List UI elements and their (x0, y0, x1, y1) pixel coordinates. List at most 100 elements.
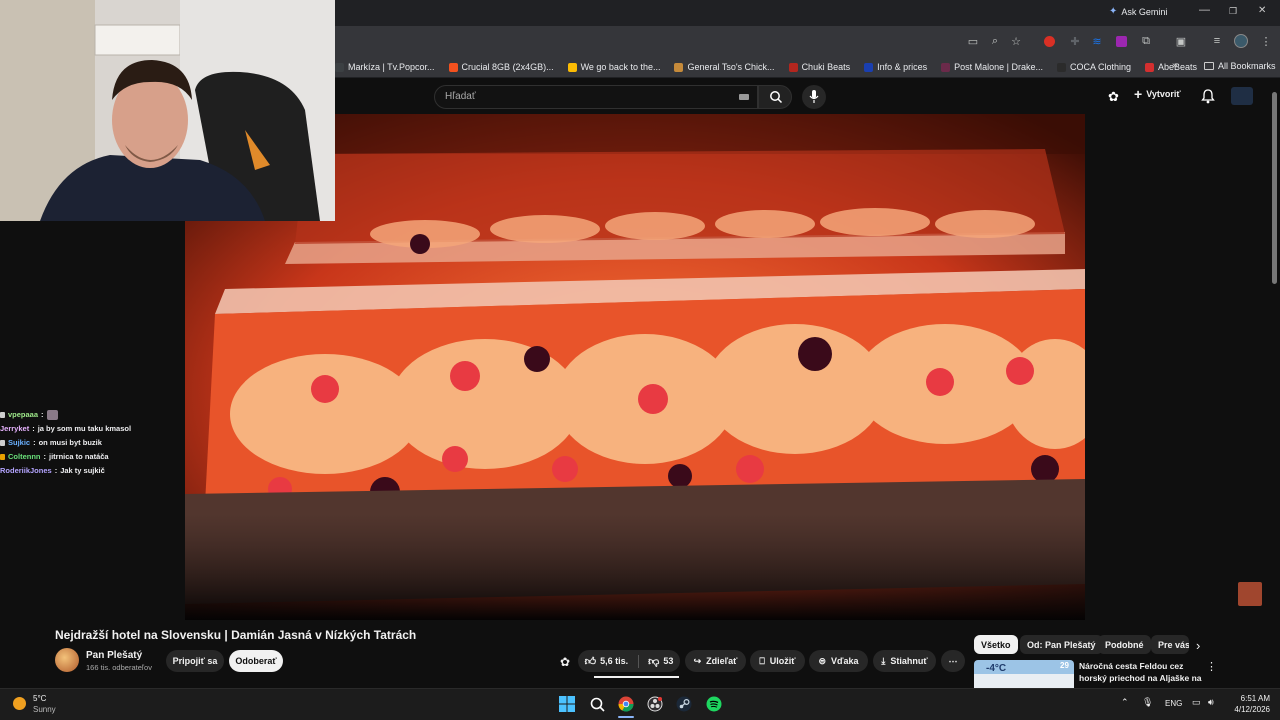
language-indicator[interactable]: ENG (1165, 699, 1182, 708)
chat-separator: : (54, 466, 58, 475)
recommended-more-icon[interactable]: ⋮ (1206, 660, 1217, 673)
extension-purple-icon[interactable] (1116, 36, 1127, 47)
chat-username[interactable]: RoderiikJones (0, 464, 52, 478)
tray-mic-icon[interactable]: 🎙︎ (1142, 697, 1153, 708)
bookmark-label: Post Malone | Drake... (954, 62, 1043, 72)
chrome-taskbar-button[interactable] (616, 694, 636, 714)
tray-overflow-icon[interactable]: ⌃ (1121, 697, 1129, 708)
filter-chip[interactable]: Všetko (974, 635, 1018, 654)
chat-badge-icon (0, 440, 5, 446)
chevron-right-icon[interactable]: › (1196, 638, 1200, 653)
restore-icon[interactable]: ❐ (1229, 6, 1237, 17)
chat-message: vpepaaa: (0, 408, 185, 422)
bookmark-favicon-icon (674, 62, 684, 72)
chat-username[interactable]: Coltennn (8, 450, 41, 464)
share-icon: ↪ (693, 655, 702, 666)
page-scrollbar[interactable] (1272, 92, 1277, 284)
sparkle-icon[interactable]: ✿ (560, 655, 570, 669)
folder-icon (1204, 62, 1214, 70)
share-button[interactable]: ↪ Zdieľať (685, 650, 746, 672)
chat-separator: : (33, 438, 36, 447)
extension-red-icon[interactable] (1044, 36, 1055, 47)
bookmark-favicon-icon (1145, 62, 1155, 72)
steam-taskbar-button[interactable] (674, 694, 694, 714)
bookmark-item[interactable]: Crucial 8GB (2x4GB)... (448, 62, 554, 72)
filter-chip[interactable]: Pre vás (1151, 635, 1189, 654)
chat-username[interactable]: Jerryket (0, 422, 29, 436)
close-icon[interactable]: ✕ (1258, 5, 1266, 16)
all-bookmarks-button[interactable]: All Bookmarks (1204, 61, 1276, 71)
ask-gemini-button[interactable]: ✦ Ask Gemini (1109, 6, 1167, 17)
chat-text: on musi byt buzik (38, 438, 102, 447)
search-input[interactable]: Hľadať (434, 85, 758, 109)
more-bookmarks-icon[interactable]: » (1172, 60, 1178, 71)
spotify-taskbar-button[interactable] (704, 694, 724, 714)
bookmark-item[interactable]: COCA Clothing (1057, 62, 1131, 72)
account-avatar[interactable] (1231, 87, 1253, 105)
weather-desc[interactable]: Sunny (33, 705, 56, 714)
start-button[interactable] (557, 694, 577, 714)
clock[interactable]: 6:51 AM 4/12/2026 (1222, 693, 1270, 715)
chat-emote-icon (46, 410, 58, 420)
extension-gray-icon[interactable]: ✚ (1068, 34, 1082, 48)
sun-weather-icon[interactable] (13, 697, 26, 710)
zoom-icon[interactable]: ⌕ (988, 34, 1002, 48)
cast-settings-icon[interactable]: ✿ (1108, 89, 1119, 105)
minimize-icon[interactable]: — (1199, 4, 1210, 16)
share-label: Zdieľať (706, 656, 738, 666)
filter-chip[interactable]: Podobné (1098, 635, 1151, 654)
chat-message: Jerryket: ja by som mu taku kmasol (0, 422, 185, 436)
thumbs-up-icon: 👍︎ (584, 655, 597, 668)
channel-avatar[interactable] (55, 648, 79, 672)
thanks-button[interactable]: ⊜ Vďaka (809, 650, 868, 672)
chat-username[interactable]: vpepaaa (8, 408, 38, 422)
filter-chip[interactable]: Od: Pan Plešatý (1020, 635, 1103, 654)
cast-icon[interactable]: ▭ (966, 34, 980, 48)
download-button[interactable]: ⤓ Stiahnuť (873, 650, 936, 672)
taskbar-search-button[interactable] (587, 694, 607, 714)
more-actions-button[interactable]: ⋯ (941, 650, 965, 672)
obs-icon (647, 696, 663, 712)
windows-logo-icon (559, 696, 575, 712)
menu-lines-icon[interactable]: ≡ (1210, 34, 1224, 48)
bookmark-item[interactable]: Info & prices (864, 62, 927, 72)
bookmark-item[interactable]: Post Malone | Drake... (941, 62, 1043, 72)
bookmark-item[interactable]: We go back to the... (567, 62, 660, 72)
streamer-avatar-overlay (1238, 582, 1262, 606)
bookmark-item[interactable]: General Tso's Chick... (674, 62, 775, 72)
save-button[interactable]: ⎕ Uložiť (750, 650, 805, 672)
voice-search-button[interactable] (802, 85, 826, 109)
chat-message: Coltennn: jitrnica to natáča (0, 450, 185, 464)
webcam-overlay (0, 0, 335, 221)
weather-temp[interactable]: 5°C (33, 694, 46, 703)
tab-search-icon[interactable]: ▣ (1174, 34, 1188, 48)
more-vert-icon[interactable]: ⋮ (1259, 34, 1273, 48)
create-button[interactable]: + Vytvoriť (1134, 87, 1181, 101)
volume-icon[interactable]: 🔊︎ (1208, 697, 1214, 708)
chat-username[interactable]: Sujkic (8, 436, 30, 450)
extension-blue-icon[interactable]: ≋ (1090, 34, 1104, 48)
bookmark-star-icon[interactable]: ☆ (1009, 34, 1023, 48)
bookmark-item[interactable]: Chuki Beats (788, 62, 850, 72)
like-button[interactable]: 👍︎ 5,6 tis. (584, 654, 640, 668)
bookmark-favicon-icon (448, 62, 458, 72)
keyboard-icon[interactable] (739, 94, 749, 100)
obs-taskbar-button[interactable] (645, 694, 665, 714)
chrome-active-indicator (618, 716, 634, 718)
network-icon[interactable]: ▭ (1192, 697, 1201, 708)
extensions-puzzle-icon[interactable]: ⧉ (1139, 34, 1153, 48)
bookmark-item[interactable]: Markíza | Tv.Popcor... (335, 62, 435, 72)
clock-time: 6:51 AM (1240, 694, 1270, 703)
chat-message: Sujkic: on musi byt buzik (0, 436, 185, 450)
recommended-title[interactable]: Náročná cesta Feldou cez horský priechod… (1079, 660, 1203, 684)
bookmark-favicon-icon (788, 62, 798, 72)
notifications-bell-icon[interactable] (1201, 89, 1215, 104)
search-button[interactable] (758, 85, 792, 109)
dislike-button[interactable]: 👎︎ 53 (644, 655, 673, 668)
profile-avatar[interactable] (1234, 34, 1248, 48)
recommended-thumbnail[interactable]: -4°C 29 (974, 660, 1074, 688)
bookmark-label: General Tso's Chick... (687, 62, 775, 72)
channel-name[interactable]: Pan Plešatý (86, 650, 142, 661)
join-button[interactable]: Pripojiť sa (166, 650, 224, 672)
subscribe-button[interactable]: Odoberať (229, 650, 283, 672)
